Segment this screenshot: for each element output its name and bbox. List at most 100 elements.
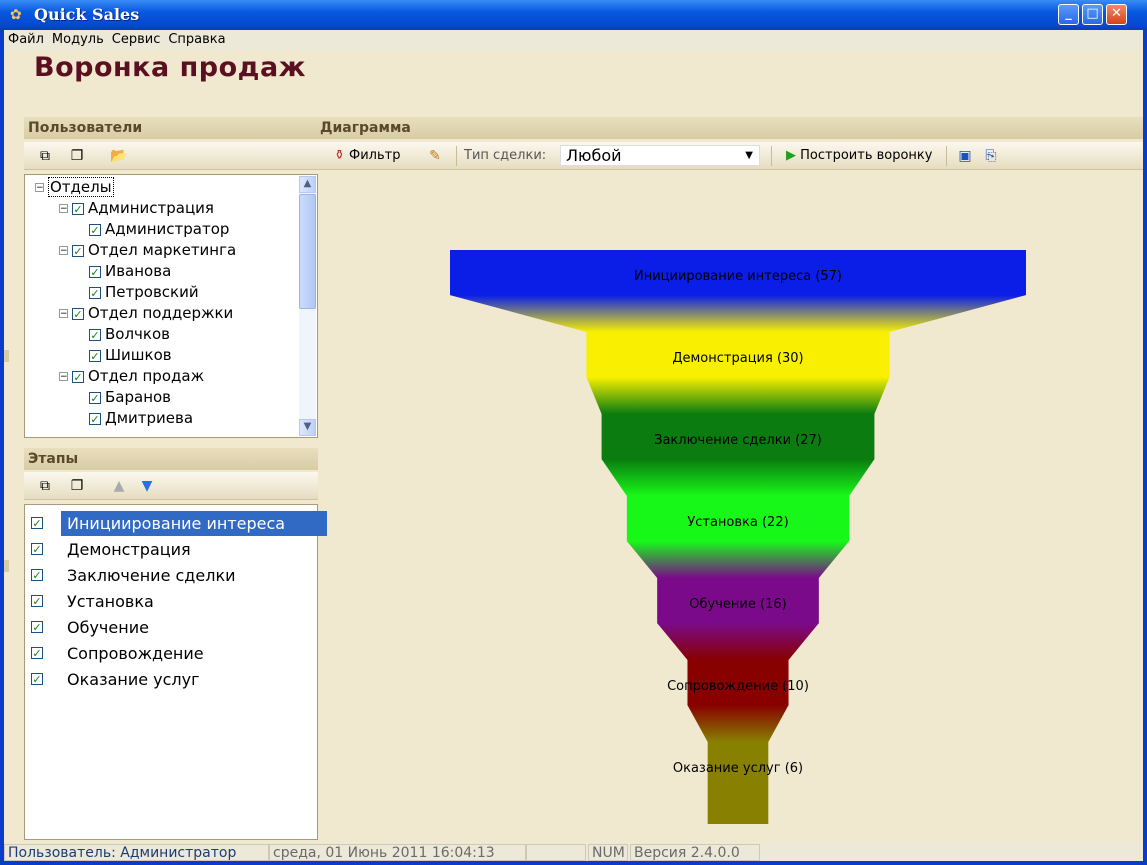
scroll-up-button[interactable]: ▲ <box>299 176 316 193</box>
stage-item[interactable]: Инициирование интереса <box>61 511 327 536</box>
tree-node-label: Шишков <box>105 346 172 364</box>
build-funnel-button[interactable]: ▶ Построить воронку <box>786 146 932 166</box>
splitter-grip[interactable] <box>4 350 9 362</box>
stage-item[interactable]: Обучение <box>67 615 327 640</box>
tree-checkbox[interactable]: ✓ <box>89 349 101 362</box>
tree-node[interactable]: − ✓ Отдел маркетинга <box>59 240 236 261</box>
menu-service[interactable]: Сервис <box>108 30 165 47</box>
play-icon: ▶ <box>786 148 796 163</box>
stage-checkbox[interactable]: ✓ <box>31 517 43 529</box>
tree-checkbox[interactable]: ✓ <box>89 328 101 341</box>
tree-node[interactable]: ✓ Иванова <box>83 261 171 282</box>
title-bar[interactable]: ✿ Quick Sales _ □ ✕ <box>0 0 1147 30</box>
tree-checkbox[interactable]: ✓ <box>89 286 101 299</box>
close-button[interactable]: ✕ <box>1106 4 1127 25</box>
stages-list[interactable]: ✓ Инициирование интереса ✓ Демонстрация ✓ Зак… <box>24 504 327 840</box>
scroll-down-button[interactable]: ▼ <box>299 419 316 436</box>
move-down-icon[interactable]: ▼ <box>138 478 156 494</box>
stage-item[interactable]: Установка <box>67 589 327 614</box>
stage-checkbox[interactable]: ✓ <box>31 647 43 659</box>
minimize-button[interactable]: _ <box>1058 4 1079 25</box>
tree-node[interactable]: − ✓ Отдел поддержки <box>59 303 233 324</box>
check-all-icon[interactable]: ⧉ <box>36 148 54 164</box>
tree-expander[interactable]: − <box>59 372 68 382</box>
tree-checkbox[interactable]: ✓ <box>89 412 101 425</box>
uncheck-all-icon[interactable]: ❐ <box>68 478 86 494</box>
tree-node[interactable]: − ✓ Отдел продаж <box>59 366 204 387</box>
move-up-icon[interactable]: ▲ <box>110 478 128 494</box>
status-user: Пользователь: Администратор <box>4 844 269 861</box>
tree-node[interactable]: ✓ Волчков <box>83 324 170 345</box>
tree-expander[interactable]: − <box>59 309 68 319</box>
tree-node-label: Иванова <box>105 262 172 280</box>
tree-node-label: Петровский <box>105 283 199 301</box>
splitter-grip[interactable] <box>4 560 9 572</box>
tree-checkbox[interactable]: ✓ <box>72 370 84 383</box>
tree-checkbox[interactable]: ✓ <box>72 307 84 320</box>
tree-node-label: Отдел продаж <box>88 367 205 385</box>
clear-filter-icon[interactable]: ✎ <box>426 148 444 164</box>
funnel-segment <box>450 250 1026 332</box>
funnel-segment <box>626 496 850 578</box>
users-header: Пользователи <box>24 117 318 139</box>
status-bar: Пользователь: Администратор среда, 01 Ию… <box>4 843 1143 861</box>
users-toolbar: ⧉ ❐ 📂 <box>24 142 318 170</box>
save-icon[interactable]: ▣ <box>956 148 974 164</box>
toolbar-separator <box>456 146 457 166</box>
stage-item[interactable]: Демонстрация <box>67 537 327 562</box>
tree-node[interactable]: − ✓ Администрация <box>59 198 214 219</box>
maximize-button[interactable]: □ <box>1082 4 1103 25</box>
tree-node[interactable]: ✓ Администратор <box>83 219 229 240</box>
menu-file[interactable]: Файл <box>4 30 48 47</box>
tree-expander[interactable]: − <box>35 183 44 193</box>
tree-checkbox[interactable]: ✓ <box>89 223 101 236</box>
diagram-header: Диаграмма <box>316 117 1143 139</box>
funnel-segment <box>707 742 769 824</box>
tree-node[interactable]: ✓ Шишков <box>83 345 172 366</box>
funnel-label: Заключение сделки (27) <box>654 433 822 448</box>
funnel-segment <box>657 578 819 660</box>
folder-open-icon[interactable]: 📂 <box>110 148 128 164</box>
stage-checkbox[interactable]: ✓ <box>31 595 43 607</box>
toolbar-separator <box>946 146 947 166</box>
users-tree-scrollbar[interactable]: ▲ ▼ <box>299 176 316 436</box>
stage-checkbox[interactable]: ✓ <box>31 543 43 555</box>
menu-bar: Файл Модуль Сервис Справка <box>4 30 1143 50</box>
stage-checkbox[interactable]: ✓ <box>31 673 43 685</box>
tree-checkbox[interactable]: ✓ <box>72 244 84 257</box>
copy-icon[interactable]: ⎘ <box>982 148 1000 164</box>
funnel-segment <box>586 332 890 414</box>
filter-button[interactable]: ⚱ Фильтр <box>334 146 400 166</box>
funnel-segment <box>687 660 789 742</box>
menu-help[interactable]: Справка <box>164 30 229 47</box>
funnel-label: Демонстрация (30) <box>672 351 803 366</box>
tree-node[interactable]: ✓ Дмитриева <box>83 408 193 429</box>
tree-checkbox[interactable]: ✓ <box>89 265 101 278</box>
scroll-thumb[interactable] <box>299 194 316 309</box>
menu-module[interactable]: Модуль <box>48 30 108 47</box>
funnel-segment <box>601 414 875 496</box>
stage-item[interactable]: Оказание услуг <box>67 667 327 692</box>
check-all-icon[interactable]: ⧉ <box>36 478 54 494</box>
users-tree[interactable]: − Отделы − ✓ Администрация ✓ Администратор − ✓ От… <box>24 174 318 438</box>
tree-node-label: Баранов <box>105 388 172 406</box>
toolbar-separator <box>771 146 772 166</box>
stage-item[interactable]: Сопровождение <box>67 641 327 666</box>
stage-checkbox[interactable]: ✓ <box>31 621 43 633</box>
status-num: NUM <box>588 844 628 861</box>
stage-checkbox[interactable]: ✓ <box>31 569 43 581</box>
tree-expander[interactable]: − <box>59 204 68 214</box>
deal-type-select[interactable]: Любой ▼ <box>560 145 760 166</box>
client-area: Файл Модуль Сервис Справка Воронка продаж П… <box>4 30 1143 861</box>
uncheck-all-icon[interactable]: ❐ <box>68 148 86 164</box>
tree-node[interactable]: ✓ Петровский <box>83 282 199 303</box>
diagram-toolbar: ⚱ Фильтр ✎ Тип сделки: Любой ▼ ▶ Построи… <box>316 142 1143 170</box>
tree-checkbox[interactable]: ✓ <box>72 202 84 215</box>
chevron-down-icon: ▼ <box>745 150 753 161</box>
tree-node[interactable]: − Отделы <box>35 177 114 198</box>
tree-node-label: Отдел маркетинга <box>88 241 237 259</box>
tree-node[interactable]: ✓ Баранов <box>83 387 171 408</box>
stage-item[interactable]: Заключение сделки <box>67 563 327 588</box>
tree-expander[interactable]: − <box>59 246 68 256</box>
tree-checkbox[interactable]: ✓ <box>89 391 101 404</box>
